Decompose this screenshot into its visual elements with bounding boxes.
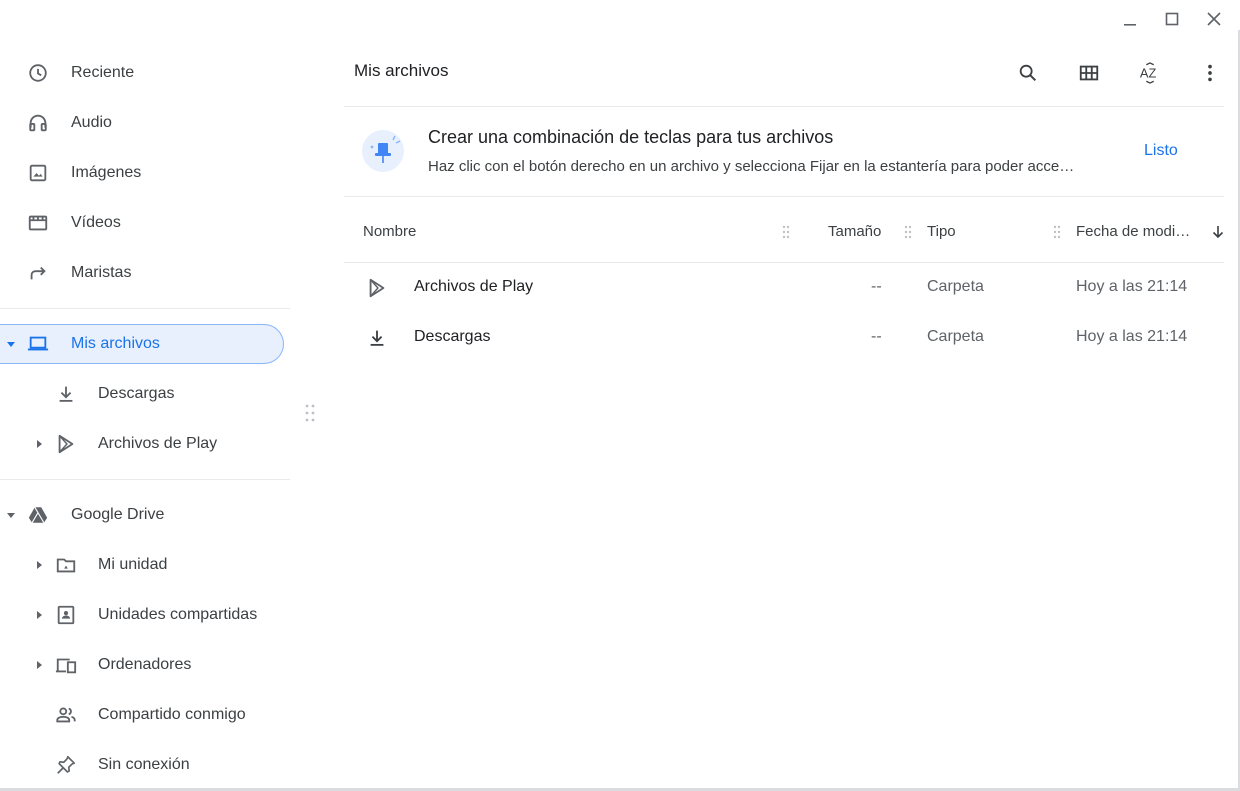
shared-drives-icon	[55, 604, 77, 626]
drive-icon	[27, 504, 49, 526]
sidebar-item-label: Sin conexión	[98, 756, 190, 773]
sidebar-item-label: Compartido conmigo	[98, 706, 246, 723]
table-row[interactable]: Descargas -- Carpeta Hoy a las 21:14	[344, 313, 1224, 363]
grid-view-button[interactable]	[1072, 56, 1106, 90]
page-title: Mis archivos	[354, 61, 449, 80]
banner-title: Crear una combinación de teclas para tus…	[428, 127, 834, 147]
sidebar: Reciente Audio Imágenes Vídeos Maristas …	[0, 48, 292, 791]
sidebar-item-label: Mi unidad	[98, 556, 168, 573]
computers-icon	[55, 654, 77, 676]
file-size: --	[871, 278, 882, 295]
sidebar-item-ordenadores[interactable]: Ordenadores	[0, 645, 290, 685]
file-type: Carpeta	[927, 328, 984, 345]
clock-icon	[27, 62, 49, 84]
header-divider	[344, 106, 1224, 107]
sidebar-item-label: Audio	[71, 114, 112, 131]
sidebar-item-label: Mis archivos	[71, 335, 160, 352]
pin-icon	[55, 754, 77, 776]
sidebar-item-maristas[interactable]: Maristas	[0, 253, 290, 293]
film-icon	[27, 212, 49, 234]
sidebar-item-descargas[interactable]: Descargas	[0, 374, 290, 414]
caret-right-icon[interactable]	[34, 660, 44, 670]
file-name: Descargas	[414, 328, 491, 345]
sidebar-item-audio[interactable]: Audio	[0, 103, 290, 143]
column-header-name[interactable]: Nombre	[363, 223, 416, 240]
sidebar-item-label: Descargas	[98, 385, 175, 402]
share-arrow-icon	[27, 262, 49, 284]
sidebar-item-label: Unidades compartidas	[98, 606, 258, 623]
image-icon	[27, 162, 49, 184]
caret-right-icon[interactable]	[34, 439, 44, 449]
play-store-icon	[369, 278, 385, 298]
pin-banner-icon	[362, 130, 404, 172]
sidebar-item-label: Ordenadores	[98, 656, 192, 673]
sidebar-resize-handle[interactable]	[303, 403, 317, 423]
download-icon	[370, 330, 384, 346]
sidebar-item-label: Vídeos	[71, 214, 121, 231]
sidebar-item-google-drive[interactable]: Google Drive	[0, 495, 290, 535]
file-date: Hoy a las 21:14	[1076, 278, 1188, 295]
sort-descending-icon[interactable]	[1210, 224, 1226, 240]
search-icon	[1019, 64, 1037, 82]
sidebar-item-sin-conexion[interactable]: Sin conexión	[0, 745, 290, 785]
file-date: Hoy a las 21:14	[1076, 328, 1188, 345]
svg-text:AZ: AZ	[1140, 66, 1157, 81]
caret-right-icon[interactable]	[34, 560, 44, 570]
file-type: Carpeta	[927, 278, 984, 295]
sidebar-item-label: Maristas	[71, 264, 132, 281]
headphones-icon	[27, 112, 49, 134]
play-store-icon	[55, 433, 77, 455]
caret-down-icon[interactable]	[6, 339, 16, 349]
grid-view-icon	[1079, 65, 1099, 81]
sidebar-item-label: Reciente	[71, 64, 135, 81]
column-resize-handle[interactable]	[903, 224, 913, 240]
banner-dismiss-button[interactable]: Listo	[1144, 142, 1178, 160]
column-header-date[interactable]: Fecha de modi…	[1076, 223, 1190, 240]
banner-text: Haz clic con el botón derecho en un arch…	[428, 158, 1078, 175]
banner-divider	[344, 196, 1224, 197]
download-icon	[55, 383, 77, 405]
sidebar-item-reciente[interactable]: Reciente	[0, 53, 290, 93]
sort-button[interactable]: AZ	[1133, 56, 1167, 90]
column-resize-handle[interactable]	[781, 224, 791, 240]
sidebar-divider	[0, 479, 290, 480]
sidebar-item-label: Imágenes	[71, 164, 142, 181]
sidebar-item-mi-unidad[interactable]: Mi unidad	[0, 545, 290, 585]
my-drive-icon	[55, 554, 77, 576]
column-header-size[interactable]: Tamaño	[828, 223, 881, 240]
main-panel: Mis archivos AZ Crear una combinación de…	[344, 0, 1240, 791]
column-header-type[interactable]: Tipo	[927, 223, 956, 240]
search-button[interactable]	[1011, 56, 1045, 90]
sort-az-icon: AZ	[1140, 62, 1157, 84]
sidebar-item-mis-archivos[interactable]: Mis archivos	[0, 324, 284, 364]
sidebar-divider	[0, 308, 290, 309]
sidebar-item-compartido-conmigo[interactable]: Compartido conmigo	[0, 695, 290, 735]
laptop-icon	[27, 333, 49, 355]
sidebar-item-label: Archivos de Play	[98, 435, 218, 452]
caret-down-icon[interactable]	[6, 510, 16, 520]
sidebar-item-unidades-compartidas[interactable]: Unidades compartidas	[0, 595, 290, 635]
sidebar-item-label: Google Drive	[71, 506, 165, 523]
file-name: Archivos de Play	[414, 278, 534, 295]
sidebar-item-videos[interactable]: Vídeos	[0, 203, 290, 243]
column-resize-handle[interactable]	[1052, 224, 1062, 240]
sidebar-item-imagenes[interactable]: Imágenes	[0, 153, 290, 193]
more-options-button[interactable]	[1193, 56, 1227, 90]
file-size: --	[871, 328, 882, 345]
people-icon	[55, 704, 77, 726]
caret-right-icon[interactable]	[34, 610, 44, 620]
table-row[interactable]: Archivos de Play -- Carpeta Hoy a las 21…	[344, 263, 1224, 313]
sidebar-item-archivos-de-play[interactable]: Archivos de Play	[0, 424, 290, 464]
more-vert-icon	[1208, 64, 1212, 82]
